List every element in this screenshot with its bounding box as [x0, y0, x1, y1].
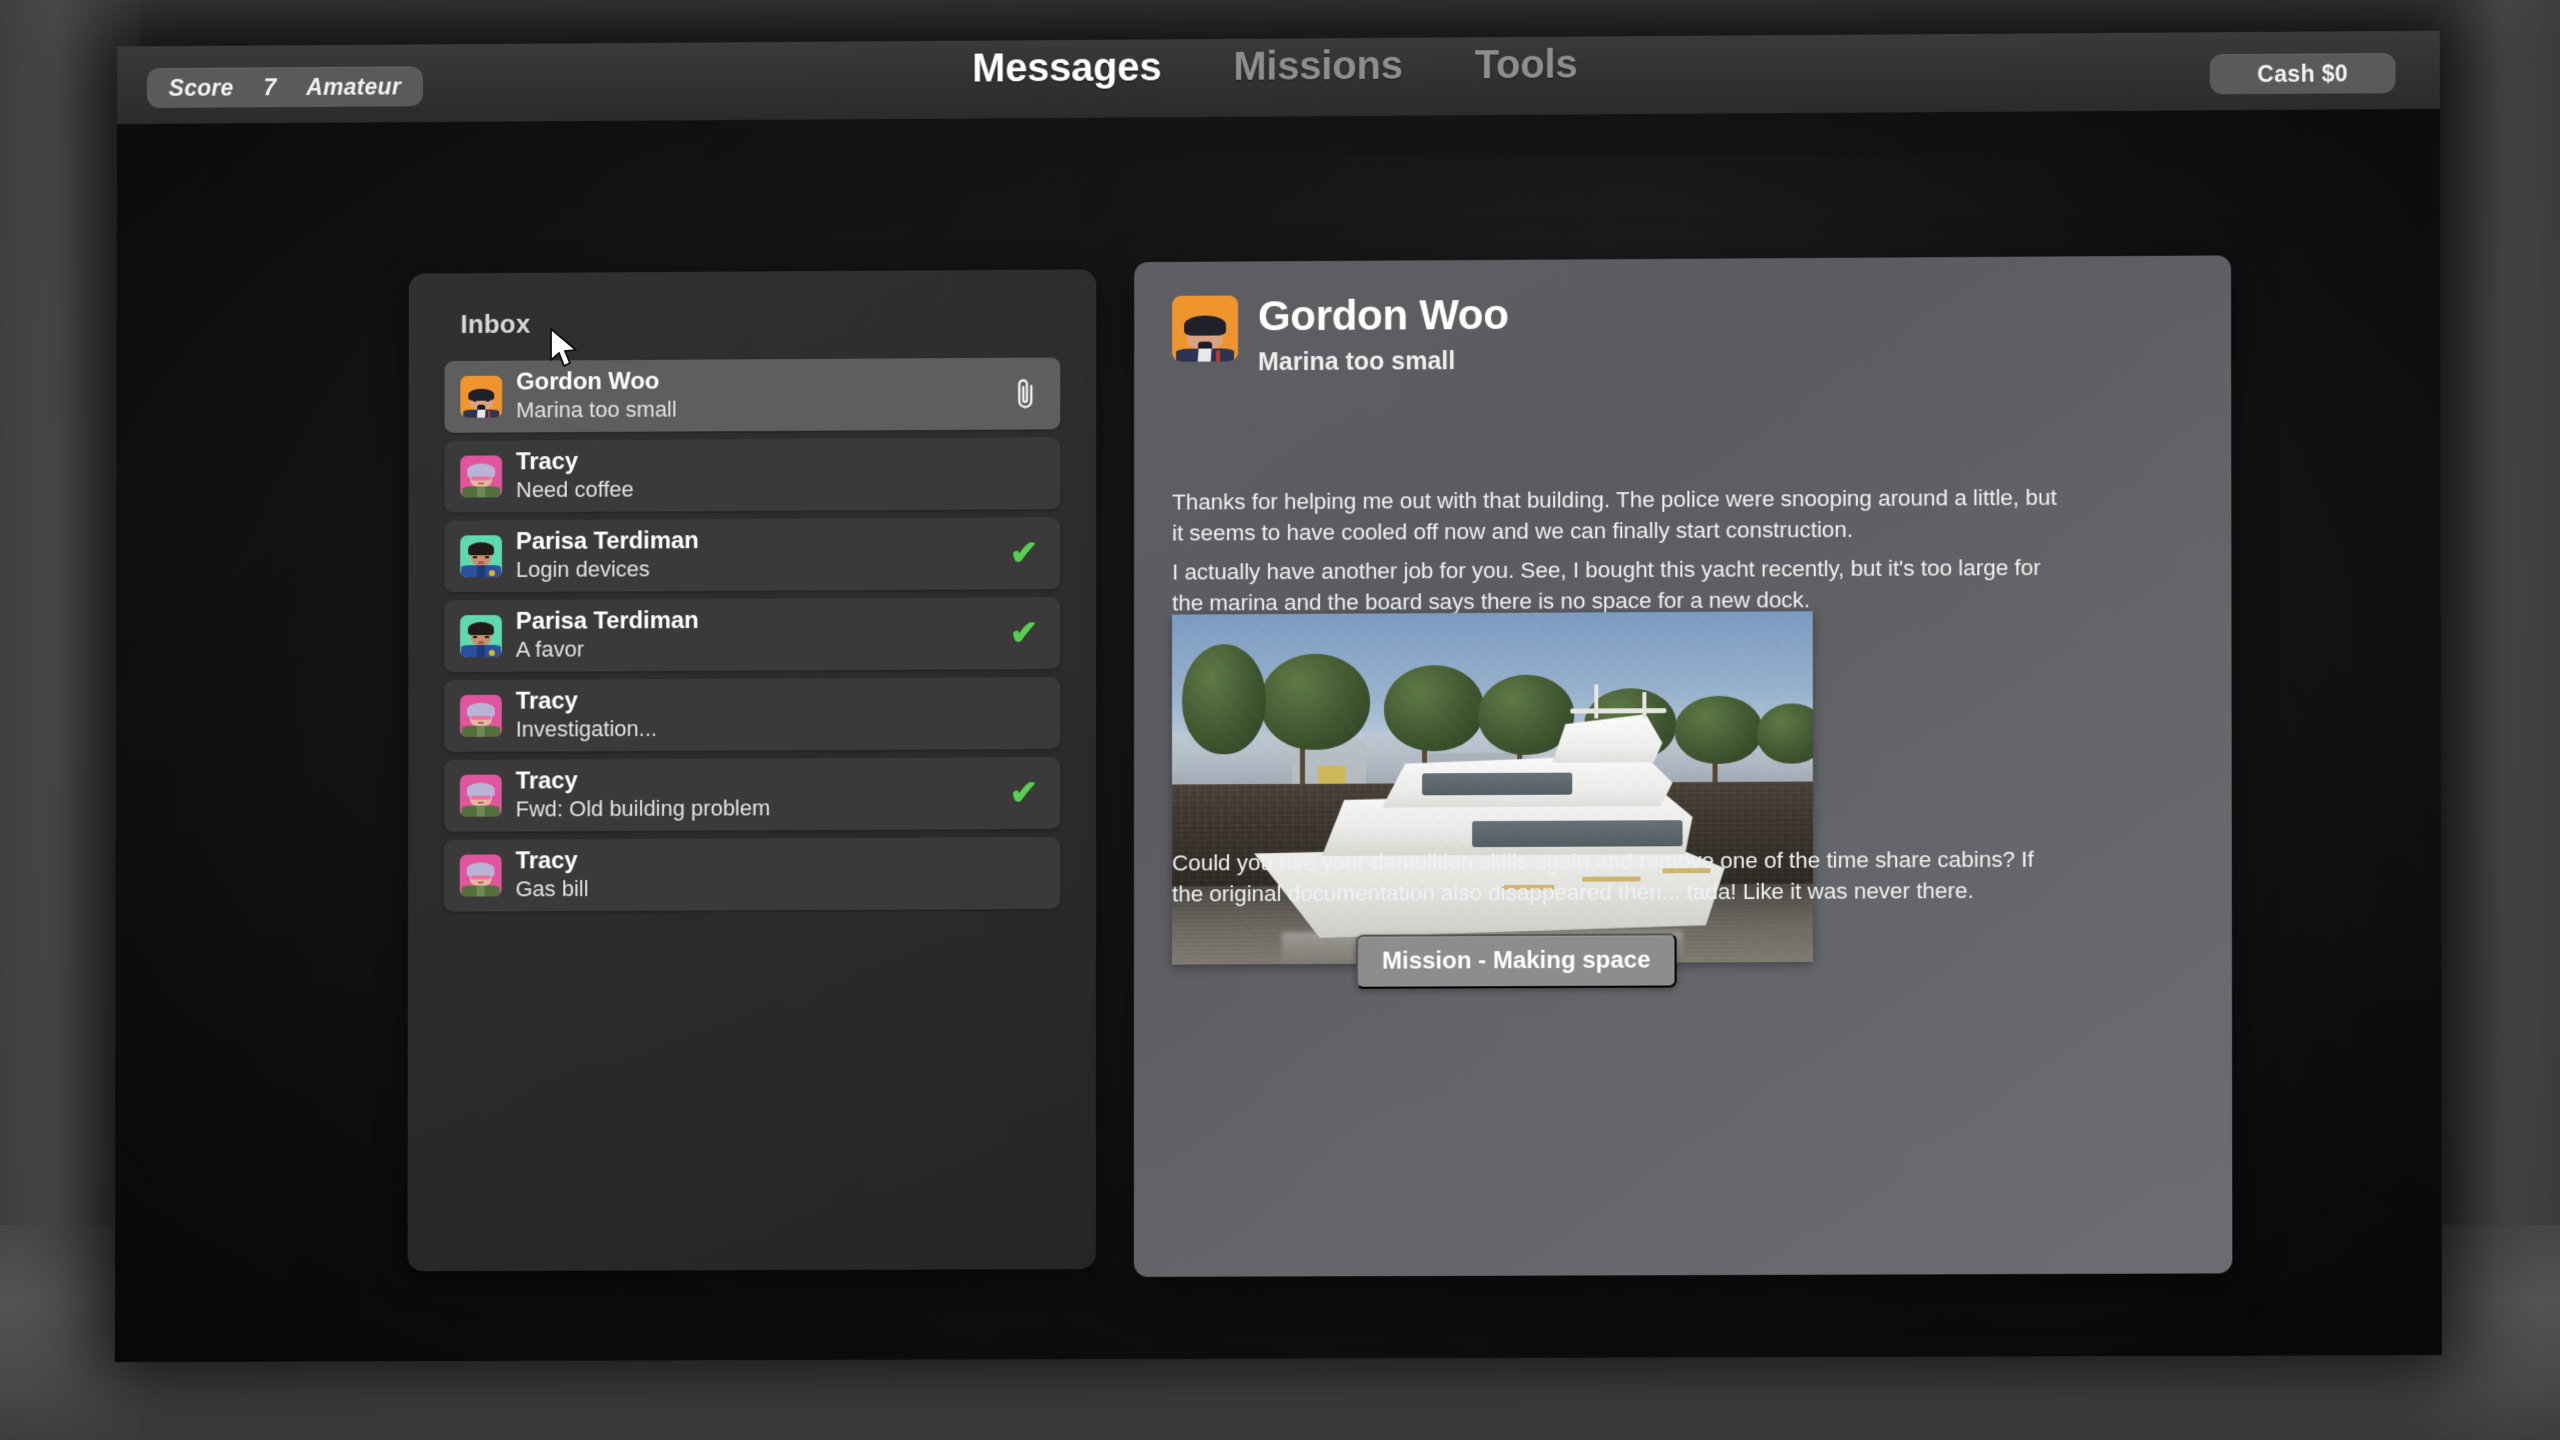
inbox-item-subject: Gas bill [515, 876, 589, 902]
avatar [459, 774, 502, 817]
main-navigation: Messages Missions Tools [972, 43, 1577, 92]
avatar [460, 375, 503, 418]
inbox-item-sender: Gordon Woo [516, 368, 660, 396]
message-header: Gordon Woo Marina too small [1172, 290, 1509, 378]
completed-indicator: ✔ [1009, 774, 1039, 813]
message-paragraph-3: Could you use your demolition skills aga… [1171, 846, 2034, 907]
top-bar: Score 7 Amateur Messages Missions Tools … [117, 30, 2440, 125]
inbox-item-parisa-terdiman[interactable]: Parisa Terdiman Login devices ✔ [444, 517, 1061, 593]
paperclip-icon [1012, 377, 1038, 411]
inbox-item-subject: A favor [515, 636, 584, 662]
inbox-item-tracy[interactable]: Tracy Gas bill [443, 836, 1061, 912]
inbox-item-sender: Tracy [515, 767, 578, 795]
avatar [1172, 295, 1239, 362]
photo-tree [1756, 703, 1813, 764]
attachment-indicator [1012, 377, 1038, 411]
inbox-item-tracy[interactable]: Tracy Fwd: Old building problem ✔ [443, 757, 1061, 832]
inbox-item-subject: Investigation... [515, 716, 658, 742]
inbox-item-sender: Parisa Terdiman [515, 527, 699, 556]
photo-yacht-radar-arch [1570, 708, 1667, 714]
inbox-item-subject: Marina too small [516, 396, 677, 423]
message-subject: Marina too small [1258, 347, 1456, 377]
tab-missions[interactable]: Missions [1233, 44, 1402, 90]
inbox-item-text: Parisa Terdiman Login devices [515, 527, 699, 583]
inbox-item-text: Tracy Fwd: Old building problem [516, 768, 771, 823]
inbox-item-subject: Fwd: Old building problem [515, 795, 771, 822]
inbox-item-subject: Need coffee [515, 476, 634, 503]
avatar [460, 455, 503, 498]
inbox-item-text: Gordon Woo Marina too small [516, 368, 677, 423]
inbox-item-text: Tracy Need coffee [515, 448, 634, 503]
yacht-photo-attachment [1171, 611, 1813, 965]
tab-tools[interactable]: Tools [1475, 43, 1578, 89]
photo-yacht-window [1472, 820, 1683, 848]
score-badge: Score 7 Amateur [146, 66, 423, 108]
avatar [459, 854, 502, 897]
inbox-item-text: Tracy Gas bill [515, 847, 589, 902]
wall-right [2430, 0, 2560, 1440]
completed-indicator: ✔ [1009, 614, 1039, 653]
mission-button[interactable]: Mission - Making space [1356, 933, 1677, 989]
photo-tree [1674, 695, 1763, 765]
photo-yacht-mast [1642, 692, 1647, 719]
inbox-list: Gordon Woo Marina too small Tracy Need cof… [443, 357, 1061, 912]
inbox-panel: Inbox Gordon Woo Marina too small Tracy Ne… [407, 269, 1097, 1272]
score-value: 7 [263, 73, 277, 100]
photo-tree [1182, 644, 1267, 755]
score-label: Score [168, 74, 234, 101]
completed-indicator: ✔ [1009, 534, 1039, 573]
photo-yacht-window [1422, 772, 1573, 796]
message-paragraph-2: I actually have another job for you. See… [1172, 554, 2041, 616]
check-icon: ✔ [1009, 534, 1039, 573]
avatar [460, 614, 502, 658]
inbox-item-text: Parisa Terdiman A favor [515, 607, 699, 662]
rank-label: Amateur [306, 72, 402, 100]
inbox-item-sender: Tracy [515, 448, 578, 476]
game-monitor-screen: Score 7 Amateur Messages Missions Tools … [114, 30, 2442, 1363]
inbox-item-sender: Parisa Terdiman [515, 607, 699, 636]
photo-tree [1259, 653, 1371, 751]
inbox-item-parisa-terdiman[interactable]: Parisa Terdiman A favor ✔ [444, 597, 1061, 673]
inbox-item-tracy[interactable]: Tracy Need coffee [444, 437, 1061, 513]
photo-tree [1384, 664, 1485, 752]
tab-messages[interactable]: Messages [972, 45, 1161, 91]
message-reading-pane: Gordon Woo Marina too small Thanks for h… [1133, 255, 2233, 1277]
inbox-item-gordon-woo[interactable]: Gordon Woo Marina too small [444, 357, 1061, 433]
inbox-item-sender: Tracy [515, 847, 578, 875]
inbox-item-sender: Tracy [515, 687, 578, 715]
avatar [459, 694, 502, 737]
inbox-item-tracy[interactable]: Tracy Investigation... [444, 677, 1061, 752]
inbox-title: Inbox [460, 308, 531, 340]
message-sender-name: Gordon Woo [1258, 290, 1509, 340]
check-icon: ✔ [1009, 774, 1039, 813]
inbox-item-subject: Login devices [515, 556, 650, 583]
content-area: Inbox Gordon Woo Marina too small Tracy Ne… [115, 109, 2442, 1362]
inbox-item-text: Tracy Investigation... [516, 688, 657, 742]
message-paragraph-1: Thanks for helping me out with that buil… [1172, 484, 2057, 546]
check-icon: ✔ [1009, 614, 1039, 653]
avatar [460, 535, 502, 578]
cash-badge: Cash $0 [2209, 53, 2396, 95]
